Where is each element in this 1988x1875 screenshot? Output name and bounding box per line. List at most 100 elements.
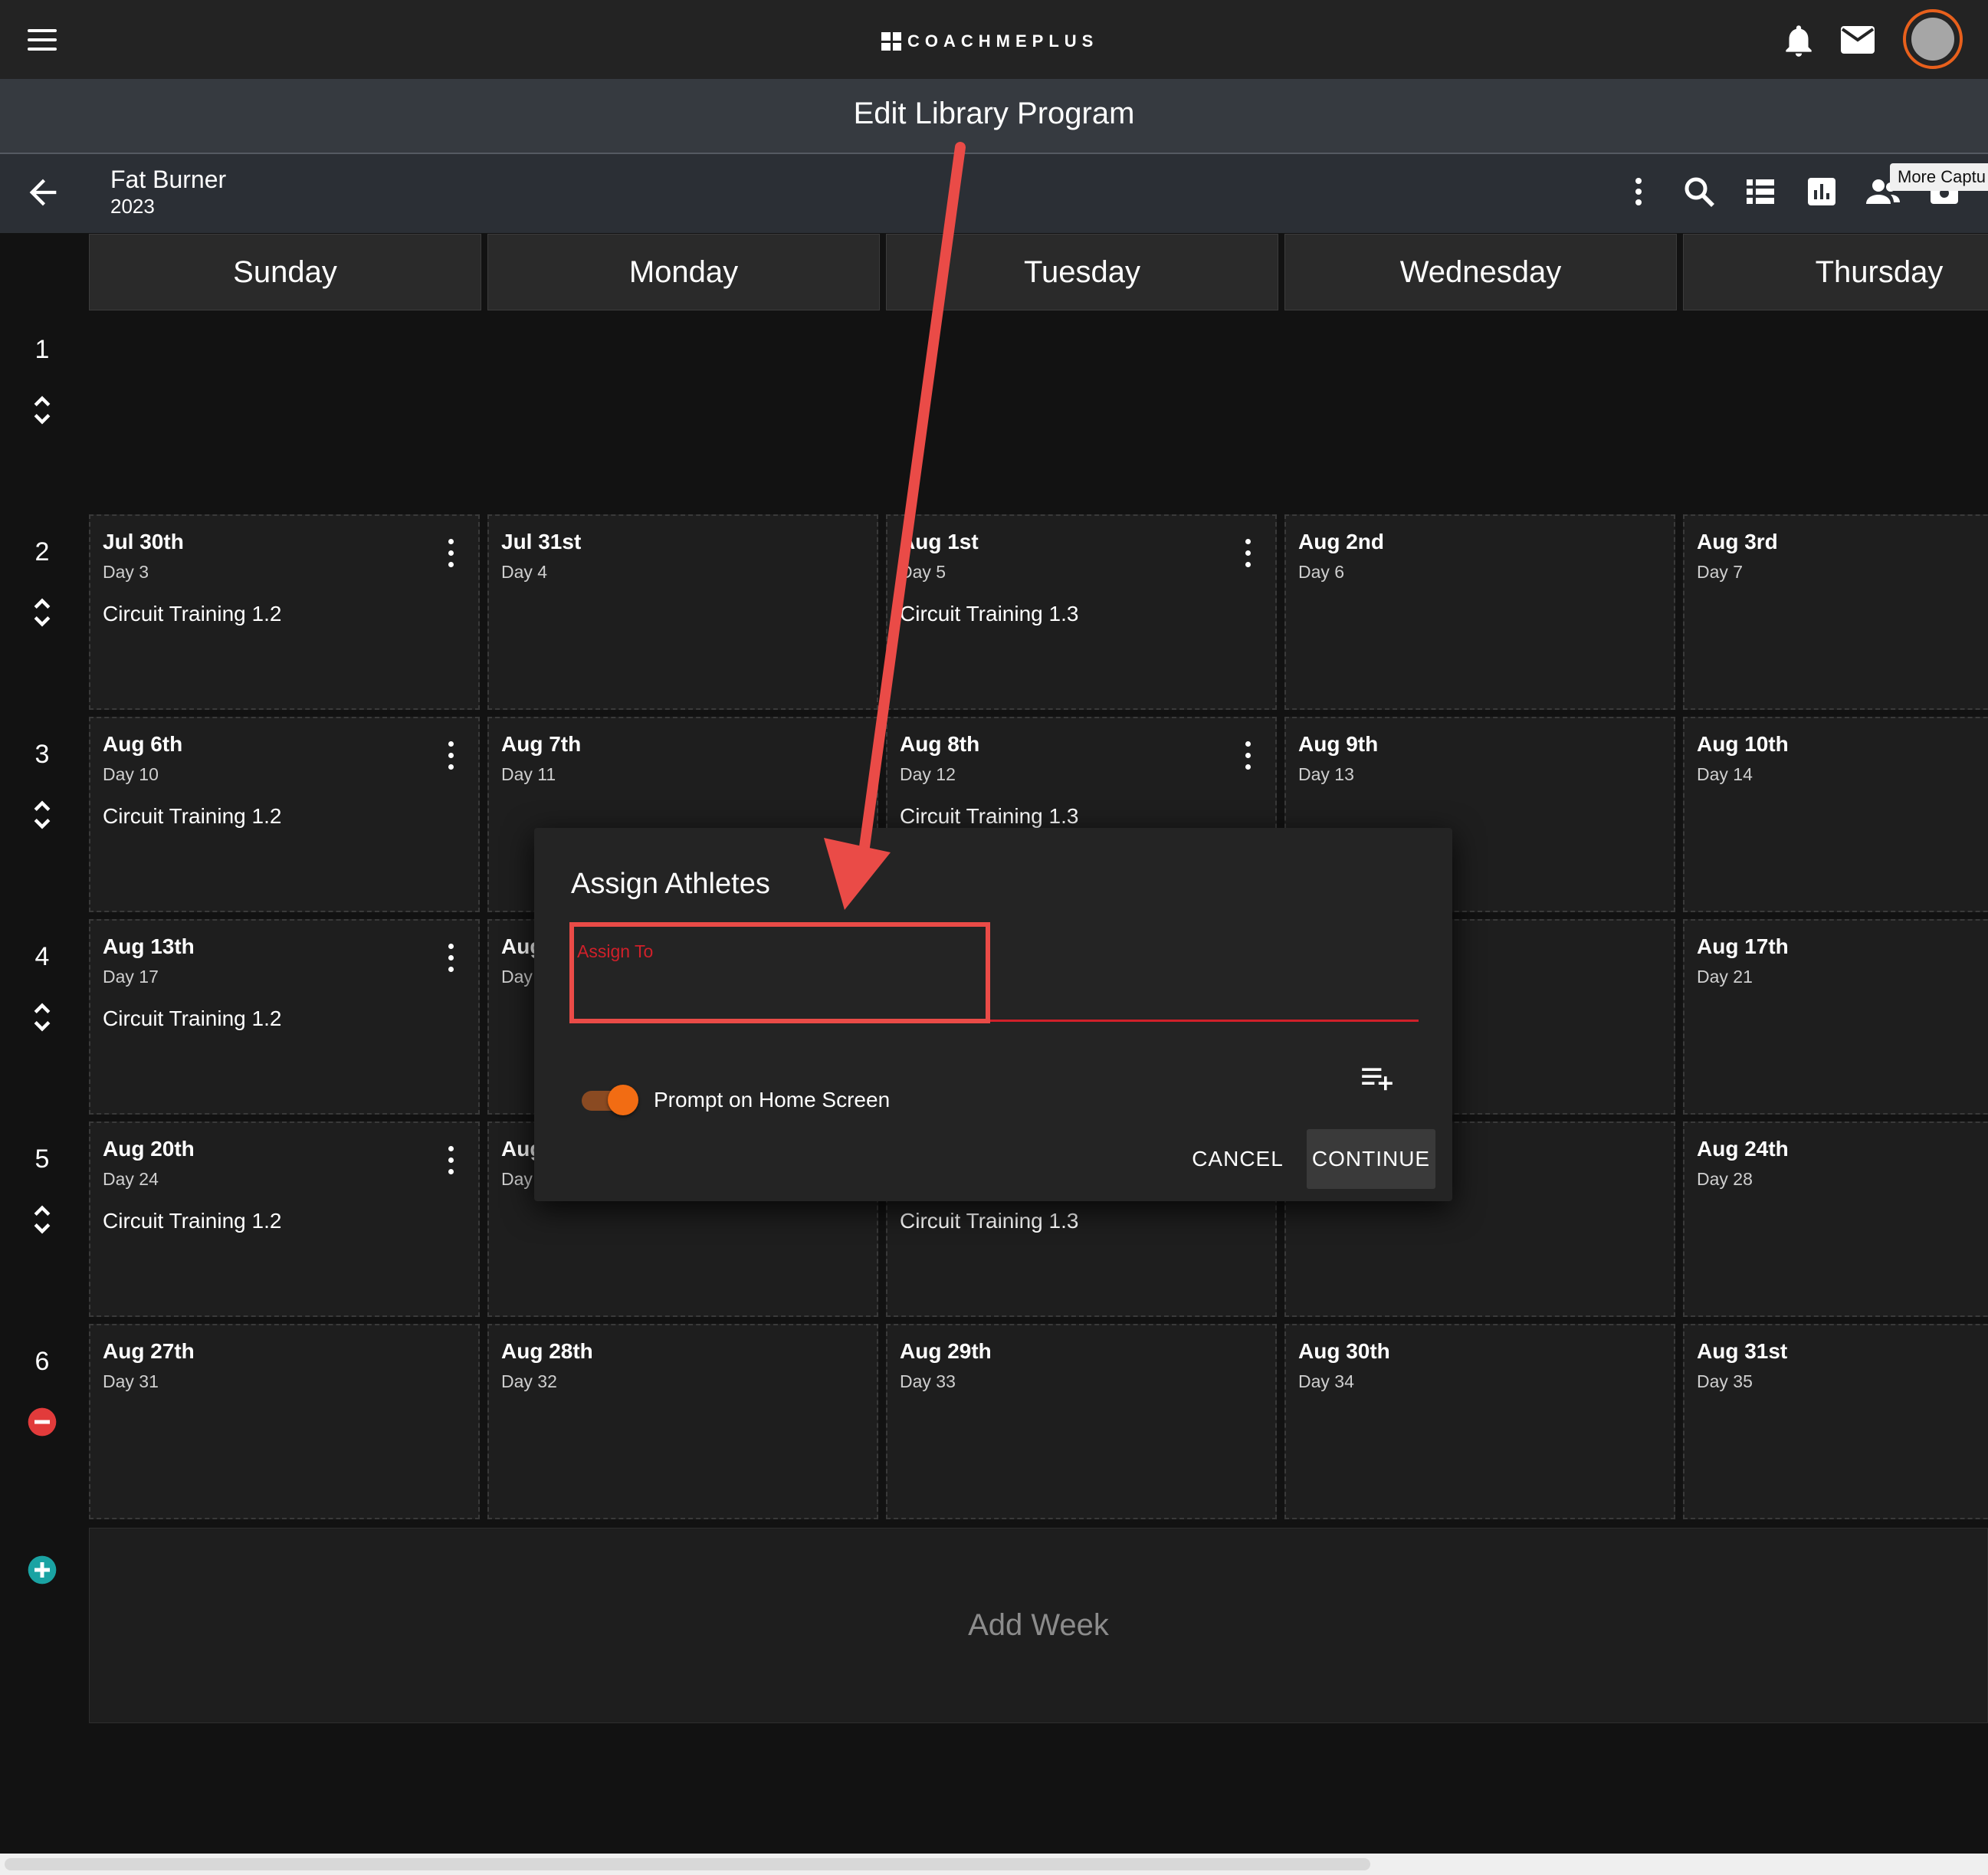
day-header-thursday: Thursday xyxy=(1683,234,1988,310)
day-cell[interactable]: Aug 2nd Day 6 xyxy=(1284,514,1675,710)
cell-day-number: Day 11 xyxy=(501,764,556,784)
workout-name[interactable]: Circuit Training 1.2 xyxy=(103,1209,281,1233)
day-cell[interactable]: Aug 10th Day 14 xyxy=(1683,717,1988,912)
workout-name[interactable]: Circuit Training 1.3 xyxy=(900,1209,1078,1233)
reorder-week-icon[interactable] xyxy=(31,393,54,427)
day-cell[interactable]: Aug 27th Day 31 xyxy=(89,1324,480,1519)
program-name: Fat Burner xyxy=(110,166,227,193)
cell-day-number: Day 33 xyxy=(900,1371,956,1391)
cell-date: Jul 31st xyxy=(501,530,582,553)
cell-more-icon[interactable] xyxy=(1243,741,1252,770)
cell-day-number: Day 21 xyxy=(1697,967,1753,987)
logo-mark-icon xyxy=(881,32,901,51)
cell-date: Aug 7th xyxy=(501,732,582,756)
more-vert-icon[interactable] xyxy=(1620,173,1657,210)
cell-more-icon[interactable] xyxy=(446,741,455,770)
cell-day-number: Day 5 xyxy=(900,562,946,582)
cell-day-number: Day 32 xyxy=(501,1371,557,1391)
search-icon[interactable] xyxy=(1681,173,1717,210)
week-number: 5 xyxy=(34,1144,50,1174)
cancel-button[interactable]: CANCEL xyxy=(1170,1129,1305,1189)
user-avatar[interactable] xyxy=(1903,9,1963,69)
cell-date: Aug 10th xyxy=(1697,732,1789,756)
cell-day-number: Day 13 xyxy=(1298,764,1354,784)
cell-date: Aug 2nd xyxy=(1298,530,1384,553)
cell-day-number: Day 31 xyxy=(103,1371,159,1391)
day-cell[interactable]: Aug 24th Day 28 xyxy=(1683,1121,1988,1317)
workout-name[interactable]: Circuit Training 1.2 xyxy=(103,602,281,626)
cell-date: Aug 17th xyxy=(1697,934,1789,958)
cell-day-number: Day 24 xyxy=(103,1169,159,1189)
cell-day-number: Day 10 xyxy=(103,764,159,784)
week-number: 4 xyxy=(34,942,50,971)
day-header-wednesday: Wednesday xyxy=(1284,234,1677,310)
cell-more-icon[interactable] xyxy=(1243,539,1252,568)
cell-day-number: Day 12 xyxy=(900,764,956,784)
cell-day-number: Day xyxy=(501,967,533,987)
day-header-sunday: Sunday xyxy=(89,234,481,310)
program-year: 2023 xyxy=(110,195,155,218)
notification-bell-icon[interactable] xyxy=(1780,21,1818,60)
cell-day-number: Day 14 xyxy=(1697,764,1753,784)
back-arrow-icon[interactable] xyxy=(23,172,63,212)
day-cell[interactable]: Jul 31st Day 4 xyxy=(487,514,878,710)
day-cell[interactable]: Aug 13th Day 17 Circuit Training 1.2 xyxy=(89,919,480,1115)
day-header-tuesday: Tuesday xyxy=(886,234,1278,310)
list-view-icon[interactable] xyxy=(1742,173,1779,210)
reorder-week-icon[interactable] xyxy=(31,1000,54,1034)
day-cell[interactable]: Aug 29th Day 33 xyxy=(886,1324,1277,1519)
prompt-home-toggle[interactable] xyxy=(582,1085,638,1115)
cell-date: Aug 30th xyxy=(1298,1339,1390,1363)
cell-more-icon[interactable] xyxy=(446,539,455,568)
mail-icon[interactable] xyxy=(1839,25,1876,55)
dialog-title: Assign Athletes xyxy=(571,868,770,900)
cell-date: Aug 13th xyxy=(103,934,195,958)
day-cell[interactable]: Aug 6th Day 10 Circuit Training 1.2 xyxy=(89,717,480,912)
workout-name[interactable]: Circuit Training 1.3 xyxy=(900,804,1078,829)
cell-date: Aug 1st xyxy=(900,530,979,553)
hamburger-menu-icon[interactable] xyxy=(23,23,64,57)
cell-date: Aug 24th xyxy=(1697,1137,1789,1161)
day-cell[interactable]: Aug 17th Day 21 xyxy=(1683,919,1988,1115)
day-cell[interactable]: Aug 28th Day 32 xyxy=(487,1324,878,1519)
cell-day-number: Day 3 xyxy=(103,562,149,582)
bar-chart-icon[interactable] xyxy=(1803,173,1840,210)
cell-day-number: Day 6 xyxy=(1298,562,1345,582)
day-cell[interactable]: Aug 30th Day 34 xyxy=(1284,1324,1675,1519)
cell-day-number: Day 7 xyxy=(1697,562,1744,582)
remove-week-icon[interactable] xyxy=(27,1407,57,1437)
cell-day-number: Day 35 xyxy=(1697,1371,1753,1391)
cell-date: Aug 31st xyxy=(1697,1339,1788,1363)
cell-date: Aug 29th xyxy=(900,1339,992,1363)
day-cell[interactable]: Aug 31st Day 35 xyxy=(1683,1324,1988,1519)
cell-day-number: Day 34 xyxy=(1298,1371,1354,1391)
reorder-week-icon[interactable] xyxy=(31,596,54,629)
day-cell[interactable]: Aug 3rd Day 7 xyxy=(1683,514,1988,710)
cell-day-number: Day 17 xyxy=(103,967,159,987)
add-week-button[interactable]: Add Week xyxy=(89,1528,1988,1723)
reorder-week-icon[interactable] xyxy=(31,1203,54,1236)
cell-date: Jul 30th xyxy=(103,530,184,553)
cell-date: Aug 20th xyxy=(103,1137,195,1161)
cell-more-icon[interactable] xyxy=(446,1146,455,1175)
workout-name[interactable]: Circuit Training 1.2 xyxy=(103,804,281,829)
horizontal-scrollbar-thumb[interactable] xyxy=(5,1858,1370,1870)
day-header-monday: Monday xyxy=(487,234,880,310)
day-cell[interactable]: Aug 1st Day 5 Circuit Training 1.3 xyxy=(886,514,1277,710)
workout-name[interactable]: Circuit Training 1.2 xyxy=(103,1006,281,1031)
page-title: Edit Library Program xyxy=(853,97,1135,130)
week-number: 2 xyxy=(34,537,50,566)
prompt-home-label: Prompt on Home Screen xyxy=(654,1088,891,1112)
add-week-icon[interactable] xyxy=(27,1555,57,1585)
reorder-week-icon[interactable] xyxy=(31,798,54,832)
continue-button[interactable]: CONTINUE xyxy=(1307,1129,1435,1189)
workout-name[interactable]: Circuit Training 1.3 xyxy=(900,602,1078,626)
cell-date: Aug 27th xyxy=(103,1339,195,1363)
playlist-add-icon[interactable] xyxy=(1360,1064,1394,1092)
week-number: 3 xyxy=(34,740,50,769)
cell-date: Aug 28th xyxy=(501,1339,593,1363)
cell-more-icon[interactable] xyxy=(446,944,455,973)
cell-date: Aug 9th xyxy=(1298,732,1379,756)
day-cell[interactable]: Aug 20th Day 24 Circuit Training 1.2 xyxy=(89,1121,480,1317)
day-cell[interactable]: Jul 30th Day 3 Circuit Training 1.2 xyxy=(89,514,480,710)
